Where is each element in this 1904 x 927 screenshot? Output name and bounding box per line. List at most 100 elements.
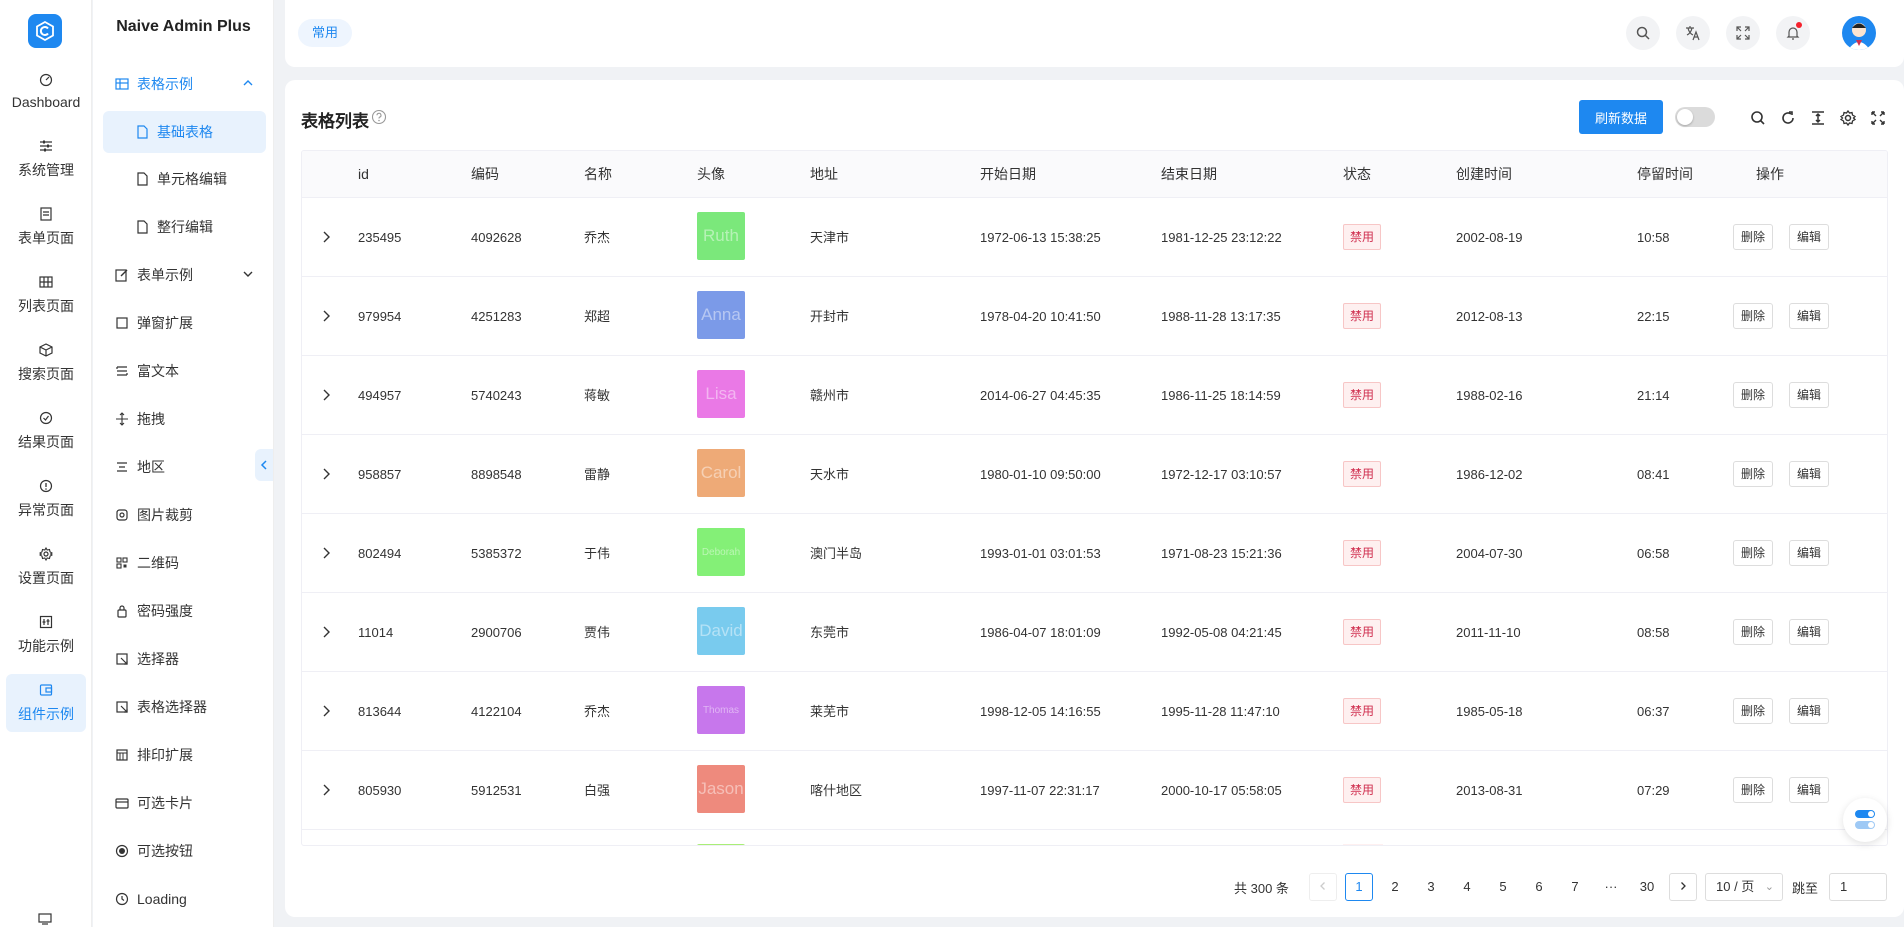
column-header-stay[interactable]: 停留时间 [1637,151,1693,198]
pagination-prev-button[interactable] [1309,873,1337,901]
table-row[interactable]: 11014 2900706 贾伟 东莞市 1986-04-07 18:01:09 1992… [302,593,1887,672]
chevron-right-icon[interactable] [317,781,335,799]
quick-tag[interactable]: 常用 [298,19,353,47]
delete-button[interactable]: 删除 [1733,619,1774,645]
chevron-right-icon[interactable] [317,465,335,483]
delete-button[interactable]: 删除 [1733,540,1774,566]
table-row[interactable]: 235495 4092628 乔杰 天津市 1972-06-13 15:38:25 198… [302,198,1887,277]
user-avatar[interactable] [1842,16,1876,50]
rail-item-0[interactable]: Dashboard [6,62,86,120]
menu-item-0[interactable]: 弹窗扩展 [103,302,266,344]
column-header-avatar[interactable]: 头像 [697,151,725,198]
edit-button[interactable]: 编辑 [1789,382,1830,408]
pagination-page[interactable]: 6 [1525,873,1553,901]
edit-button[interactable]: 编辑 [1789,461,1830,487]
column-header-status[interactable]: 状态 [1343,151,1371,198]
chevron-right-icon[interactable] [317,544,335,562]
language-button[interactable] [1676,16,1710,50]
delete-button[interactable]: 删除 [1733,303,1774,329]
search-icon[interactable] [1749,109,1767,127]
jump-page-input[interactable]: 1 [1829,873,1887,901]
fullscreen-button[interactable] [1726,16,1760,50]
rail-item-5[interactable]: 结果页面 [6,402,86,460]
column-height-icon[interactable] [1809,109,1827,127]
column-header-name[interactable]: 名称 [584,151,612,198]
table-row[interactable] [302,830,1887,845]
menu-item-basic-table[interactable]: 基础表格 [103,111,266,153]
page-size-select[interactable]: 10 / 页 ⌄ [1705,873,1783,901]
delete-button[interactable]: 删除 [1733,461,1774,487]
menu-item-2[interactable]: 拖拽 [103,398,266,440]
pagination-ellipsis[interactable]: ··· [1597,873,1625,901]
menu-item-6[interactable]: 密码强度 [103,590,266,632]
menu-group-table[interactable]: 表格示例 [103,63,266,105]
pagination-next-button[interactable] [1669,873,1697,901]
delete-button[interactable]: 删除 [1733,382,1774,408]
delete-button[interactable]: 删除 [1733,224,1774,250]
rail-item-8[interactable]: 功能示例 [6,606,86,664]
chevron-right-icon[interactable] [317,307,335,325]
rail-item-3[interactable]: 列表页面 [6,266,86,324]
rail-item-4[interactable]: 搜索页面 [6,334,86,392]
table-row[interactable]: 805930 5912531 白强 喀什地区 1997-11-07 22:31:17 20… [302,751,1887,830]
column-header-code[interactable]: 编码 [471,151,499,198]
help-icon[interactable] [371,109,387,125]
fullscreen-icon[interactable] [1869,109,1887,127]
monitor-icon[interactable] [38,912,52,927]
column-header-end-date[interactable]: 结束日期 [1161,151,1217,198]
rail-item-6[interactable]: 异常页面 [6,470,86,528]
table-row[interactable]: 958857 8898548 雷静 天水市 1980-01-10 09:50:00 197… [302,435,1887,514]
table-row[interactable]: 802494 5385372 于伟 澳门半岛 1993-01-01 03:01:53 19… [302,514,1887,593]
refresh-icon[interactable] [1779,109,1797,127]
pagination-page[interactable]: 2 [1381,873,1409,901]
search-button[interactable] [1626,16,1660,50]
column-header-created[interactable]: 创建时间 [1456,151,1512,198]
menu-item-7[interactable]: 选择器 [103,638,266,680]
notification-button[interactable] [1776,16,1810,50]
edit-button[interactable]: 编辑 [1789,224,1830,250]
chevron-right-icon[interactable] [317,702,335,720]
menu-item-cell-edit[interactable]: 单元格编辑 [103,158,266,200]
chevron-right-icon[interactable] [317,386,335,404]
menu-item-4[interactable]: 图片裁剪 [103,494,266,536]
edit-button[interactable]: 编辑 [1789,619,1830,645]
rail-item-2[interactable]: 表单页面 [6,198,86,256]
pagination-page[interactable]: 5 [1489,873,1517,901]
pagination-page[interactable]: 7 [1561,873,1589,901]
edit-button[interactable]: 编辑 [1789,540,1830,566]
rail-item-9[interactable]: 组件示例 [6,674,86,732]
menu-item-8[interactable]: 表格选择器 [103,686,266,728]
sidebar-collapse-tab[interactable] [255,449,273,481]
table-row[interactable]: 494957 5740243 蒋敏 赣州市 2014-06-27 04:45:35 198… [302,356,1887,435]
chevron-right-icon[interactable] [317,228,335,246]
table-row[interactable]: 979954 4251283 郑超 开封市 1978-04-20 10:41:50 198… [302,277,1887,356]
menu-item-3[interactable]: 地区 [103,446,266,488]
pagination-page[interactable]: 4 [1453,873,1481,901]
rail-item-1[interactable]: 系统管理 [6,130,86,188]
menu-item-11[interactable]: 可选按钮 [103,830,266,872]
rail-item-7[interactable]: 设置页面 [6,538,86,596]
edit-button[interactable]: 编辑 [1789,698,1830,724]
column-header-start-date[interactable]: 开始日期 [980,151,1036,198]
floating-settings-button[interactable] [1843,798,1887,842]
menu-item-9[interactable]: 排印扩展 [103,734,266,776]
pagination-page[interactable]: 3 [1417,873,1445,901]
menu-item-row-edit[interactable]: 整行编辑 [103,206,266,248]
menu-item-12[interactable]: Loading [103,878,266,920]
refresh-data-button[interactable]: 刷新数据 [1579,100,1663,134]
delete-button[interactable]: 删除 [1733,698,1774,724]
menu-item-1[interactable]: 富文本 [103,350,266,392]
menu-item-5[interactable]: 二维码 [103,542,266,584]
column-header-address[interactable]: 地址 [810,151,838,198]
table-row[interactable]: 813644 4122104 乔杰 莱芜市 1998-12-05 14:16:55 199… [302,672,1887,751]
delete-button[interactable]: 删除 [1733,777,1774,803]
toggle-switch[interactable] [1675,107,1715,127]
edit-button[interactable]: 编辑 [1789,777,1830,803]
chevron-right-icon[interactable] [317,623,335,641]
edit-button[interactable]: 编辑 [1789,303,1830,329]
pagination-page[interactable]: 30 [1633,873,1661,901]
menu-group-form[interactable]: 表单示例 [103,254,266,296]
app-logo[interactable] [28,14,62,48]
pagination-page[interactable]: 1 [1345,873,1373,901]
column-header-id[interactable]: id [358,151,369,198]
